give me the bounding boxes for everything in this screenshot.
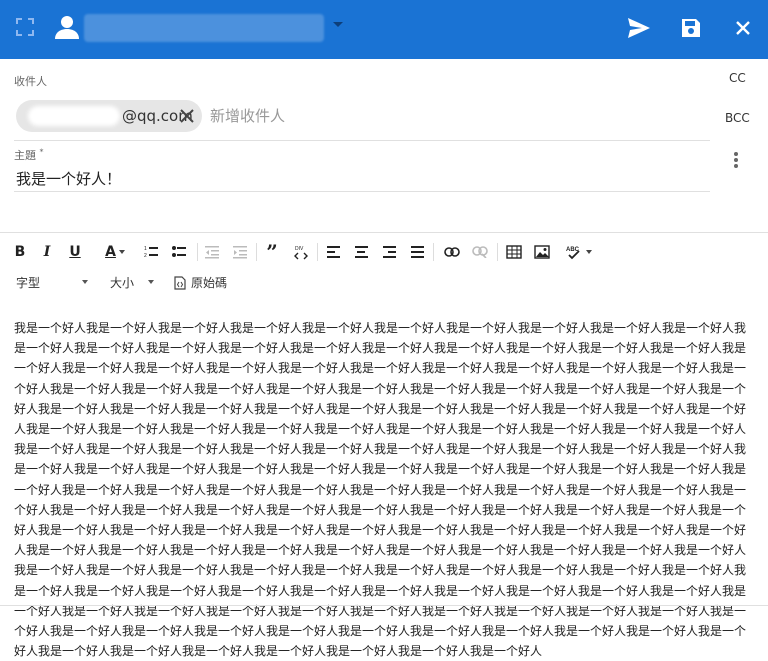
align-right-icon [382,246,396,258]
divider [14,140,710,141]
unlink-icon [472,246,488,258]
ordered-list-button[interactable]: 1 2 [143,241,159,263]
bold-icon: B [14,244,26,260]
table-button[interactable] [505,241,523,263]
outdent-button[interactable] [204,241,220,263]
image-button[interactable] [533,241,551,263]
toolbar-separator [317,243,318,261]
align-right-button[interactable] [381,241,397,263]
code-block-button[interactable]: DIV [292,241,310,263]
font-family-label: 字型 [16,276,41,290]
link-button[interactable] [443,241,461,263]
divider [14,191,710,192]
align-center-button[interactable] [353,241,369,263]
expand-icon[interactable] [16,18,34,36]
link-icon [444,247,460,257]
italic-icon: I [43,244,51,260]
chevron-down-icon [585,250,592,254]
align-center-icon [354,246,368,258]
chevron-down-icon [118,250,125,254]
justify-icon [410,246,424,258]
bold-button[interactable]: B [11,241,29,263]
blockquote-button[interactable]: ” [263,240,281,264]
font-family-select[interactable]: 字型 [16,274,92,291]
toolbar-separator [197,243,198,261]
close-icon [736,21,750,35]
text-color-icon: A [105,244,116,260]
spellcheck-icon: ABC [566,247,579,260]
font-size-label: 大小 [110,276,135,290]
unlink-button[interactable] [471,241,489,263]
table-icon [506,245,522,259]
send-icon [628,18,650,38]
message-body[interactable]: 我是一个好人我是一个好人我是一个好人我是一个好人我是一个好人我是一个好人我是一个… [14,318,746,661]
send-button[interactable] [625,14,653,42]
svg-text:2: 2 [144,253,147,259]
font-size-select[interactable]: 大小 [110,274,156,291]
account-selector[interactable] [84,14,324,42]
chevron-down-icon [82,280,88,284]
recipients-label: 收件人 [14,75,47,88]
indent-icon [233,246,247,259]
bullet-list-button[interactable] [171,241,187,263]
code-block-icon: DIV [294,246,308,260]
compose-header [0,0,768,59]
indent-button[interactable] [232,241,248,263]
align-left-button[interactable] [325,241,341,263]
svg-text:DIV: DIV [295,246,304,252]
account-icon[interactable] [54,14,80,40]
save-icon [682,19,700,37]
bullet-list-icon [172,246,186,257]
align-left-icon [326,246,340,258]
remove-recipient-icon[interactable] [178,107,196,125]
toolbar-separator [256,243,257,261]
subject-input[interactable]: 我是一个好人！ [16,168,121,189]
source-button[interactable]: 原始碼 [174,274,234,291]
more-options-icon[interactable] [729,150,743,170]
underline-button[interactable]: U [66,241,84,263]
image-icon [534,245,550,259]
recipient-chip[interactable]: @qq.com [16,100,202,132]
ordered-list-icon: 1 2 [144,246,158,259]
toolbar-separator [433,243,434,261]
save-button[interactable] [677,14,705,42]
chevron-down-icon [148,280,154,284]
text-color-button[interactable]: A [101,241,129,263]
outdent-icon [205,246,219,259]
required-mark: * [39,147,44,157]
source-icon [174,275,186,290]
toolbar-top-divider [0,232,768,233]
redacted-name [28,106,120,126]
cc-link[interactable]: CC [729,71,746,85]
italic-button[interactable]: I [38,241,56,263]
blockquote-icon: ” [266,240,278,264]
add-recipient-input[interactable]: 新增收件人 [210,105,285,126]
subject-label: 主題 * [14,147,44,163]
chevron-down-icon[interactable] [333,22,343,27]
bcc-link[interactable]: BCC [725,111,750,125]
spellcheck-button[interactable]: ABC [564,241,592,263]
svg-text:1: 1 [144,246,147,252]
justify-button[interactable] [409,241,425,263]
underline-icon: U [69,244,81,260]
close-button[interactable] [729,14,757,42]
source-label: 原始碼 [191,276,228,290]
bottom-divider [0,605,768,606]
subject-label-text: 主題 [14,149,36,162]
toolbar-separator [497,243,498,261]
